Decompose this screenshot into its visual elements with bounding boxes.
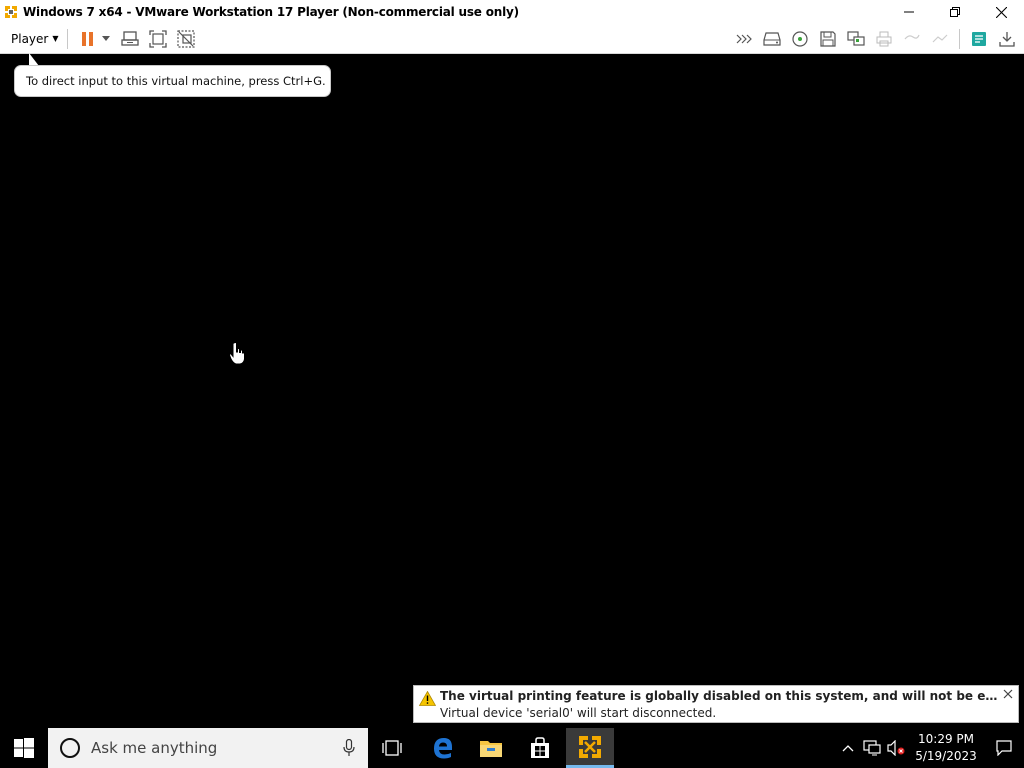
task-view-icon xyxy=(382,740,402,756)
action-center-button[interactable] xyxy=(984,728,1024,768)
close-button[interactable] xyxy=(978,0,1024,24)
network-adapter-button[interactable] xyxy=(845,28,867,50)
notification-message: The virtual printing feature is globally… xyxy=(440,689,1000,703)
window-controls xyxy=(886,0,1024,24)
pause-button[interactable] xyxy=(77,28,99,50)
windows-logo-icon xyxy=(14,738,34,758)
store-icon xyxy=(531,737,549,758)
vmware-logo-icon xyxy=(3,4,19,20)
cd-dvd-icon xyxy=(792,31,808,47)
floppy-button[interactable] xyxy=(817,28,839,50)
fullscreen-button[interactable] xyxy=(147,28,169,50)
power-options-dropdown[interactable] xyxy=(99,28,113,50)
network-adapter-icon xyxy=(847,31,865,46)
message-log-icon xyxy=(972,32,986,46)
printer-button[interactable] xyxy=(873,28,895,50)
vmware-icon xyxy=(579,735,601,758)
search-box[interactable]: Ask me anything xyxy=(48,728,368,768)
download-button[interactable] xyxy=(996,28,1018,50)
usb-icon xyxy=(932,34,948,43)
unity-icon xyxy=(176,29,195,48)
pause-icon xyxy=(81,31,93,46)
microphone-icon[interactable] xyxy=(343,738,355,757)
clock-date: 5/19/2023 xyxy=(915,749,977,763)
vmware-taskbar-button[interactable] xyxy=(566,728,614,768)
file-explorer-icon xyxy=(480,741,502,757)
message-log-button[interactable] xyxy=(968,28,990,50)
warning-icon xyxy=(418,690,437,706)
input-tooltip: To direct input to this virtual machine,… xyxy=(14,65,331,97)
vm-screen[interactable] xyxy=(0,55,1024,728)
more-devices-icon xyxy=(736,34,752,44)
title-bar[interactable]: Windows 7 x64 - VMware Workstation 17 Pl… xyxy=(0,0,1024,24)
send-ctrl-alt-del-icon xyxy=(120,30,139,46)
more-devices-button[interactable] xyxy=(733,28,755,50)
file-explorer-taskbar-button[interactable] xyxy=(467,728,515,768)
minimize-button[interactable] xyxy=(886,0,932,24)
notification-bar: The virtual printing feature is globally… xyxy=(413,685,1019,723)
minimize-icon xyxy=(904,11,914,13)
taskbar: Ask me anything 10:29 PM 5/19/2023 xyxy=(0,728,1024,768)
chevron-down-icon: ▼ xyxy=(52,34,59,43)
sound-button[interactable] xyxy=(901,28,923,50)
volume-tray-button[interactable] xyxy=(884,728,908,768)
device-icons xyxy=(733,28,1018,50)
hand-cursor-icon xyxy=(228,342,245,366)
network-icon xyxy=(863,740,881,756)
toolbar-divider xyxy=(959,29,960,49)
chevron-up-icon xyxy=(842,745,854,752)
toolbar: Player ▼ xyxy=(0,24,1024,54)
toolbar-divider xyxy=(66,28,68,49)
restore-icon xyxy=(950,7,960,17)
volume-muted-icon xyxy=(887,740,905,756)
fullscreen-icon xyxy=(148,29,167,48)
notification-detail: Virtual device 'serial0' will start disc… xyxy=(440,706,717,720)
player-menu-button[interactable]: Player ▼ xyxy=(11,28,59,50)
send-ctrl-alt-del-button[interactable] xyxy=(119,28,141,50)
cortana-icon xyxy=(60,738,80,758)
action-center-icon xyxy=(996,740,1012,756)
hard-disk-icon xyxy=(763,32,781,46)
usb-button[interactable] xyxy=(929,28,951,50)
edge-icon xyxy=(434,738,452,759)
network-tray-button[interactable] xyxy=(860,728,884,768)
window-title: Windows 7 x64 - VMware Workstation 17 Pl… xyxy=(23,5,519,19)
hard-disk-button[interactable] xyxy=(761,28,783,50)
close-icon xyxy=(995,6,1007,18)
notification-close-button[interactable] xyxy=(1003,688,1013,703)
floppy-icon xyxy=(820,31,836,47)
clock[interactable]: 10:29 PM 5/19/2023 xyxy=(912,731,980,765)
show-hidden-icons-button[interactable] xyxy=(836,728,860,768)
player-menu-label: Player xyxy=(11,31,49,46)
edge-taskbar-button[interactable] xyxy=(419,728,467,768)
download-icon xyxy=(999,32,1015,47)
task-view-button[interactable] xyxy=(368,728,416,768)
sound-icon xyxy=(904,34,920,40)
restore-button[interactable] xyxy=(932,0,978,24)
unity-button[interactable] xyxy=(175,28,197,50)
printer-icon xyxy=(876,31,892,47)
start-button[interactable] xyxy=(0,728,48,768)
tooltip-text: To direct input to this virtual machine,… xyxy=(26,74,326,88)
cd-dvd-button[interactable] xyxy=(789,28,811,50)
system-tray: 10:29 PM 5/19/2023 xyxy=(836,728,1024,768)
close-icon xyxy=(1003,689,1013,699)
dropdown-icon xyxy=(101,36,110,41)
store-taskbar-button[interactable] xyxy=(516,728,564,768)
search-placeholder: Ask me anything xyxy=(91,739,218,757)
clock-time: 10:29 PM xyxy=(918,732,974,746)
